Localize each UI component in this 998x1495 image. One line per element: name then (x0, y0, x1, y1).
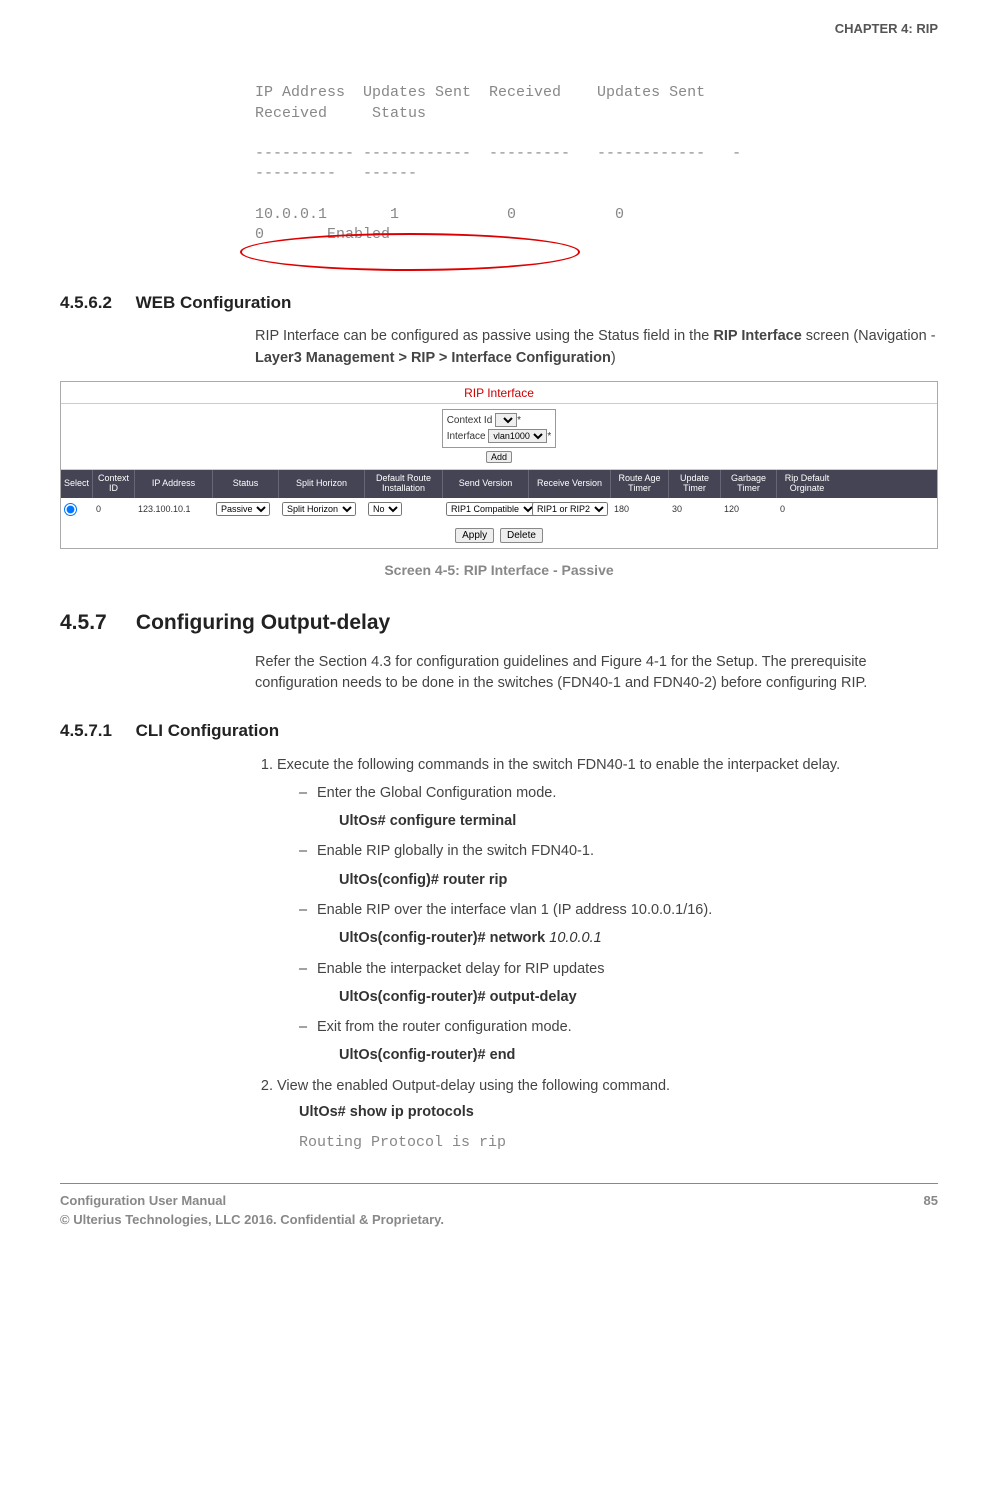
context-id-label: Context Id (447, 415, 493, 426)
rip-table-row: 0 123.100.10.1 Passive Split Horizon No … (61, 498, 937, 520)
command-text: UltOs# configure terminal (339, 811, 938, 831)
row-garb: 120 (721, 498, 777, 520)
split-select[interactable]: Split Horizon (282, 502, 356, 516)
para-text: screen (Navigation - (802, 328, 936, 344)
col-select: Select (61, 470, 93, 498)
command-text: UltOs(config-router)# output-delay (339, 987, 938, 1007)
footer-copyright: © Ulterius Technologies, LLC 2016. Confi… (60, 1211, 444, 1229)
col-rip-default: Rip Default Orginate (777, 470, 837, 498)
code-line: ----------- ------------ --------- -----… (255, 145, 741, 162)
code-line: --------- ------ (255, 165, 417, 182)
delete-button[interactable]: Delete (500, 528, 543, 543)
rip-interface-screenshot: RIP Interface Context Id * Interface vla… (60, 381, 938, 549)
section-number: 4.5.6.2 (60, 293, 112, 312)
button-row: Apply Delete (61, 520, 937, 548)
row-rage: 180 (611, 498, 669, 520)
cli-output-line: Routing Protocol is rip (299, 1132, 938, 1153)
row-ctx: 0 (93, 498, 135, 520)
col-default-route: Default Route Installation (365, 470, 443, 498)
para-bold: Layer3 Management > RIP > Interface Conf… (255, 350, 611, 366)
col-status: Status (213, 470, 279, 498)
add-button[interactable]: Add (486, 451, 512, 463)
context-interface-form: Context Id * Interface vlan1000* (442, 409, 557, 448)
row-select-radio[interactable] (64, 503, 77, 516)
send-select[interactable]: RIP1 Compatible (446, 502, 537, 516)
para-text: ) (611, 350, 616, 366)
col-update-timer: Update Timer (669, 470, 721, 498)
step-text: View the enabled Output-delay using the … (277, 1078, 670, 1094)
screen-caption: Screen 4-5: RIP Interface - Passive (60, 561, 938, 581)
section-4562-heading: 4.5.6.2 WEB Configuration (60, 291, 938, 315)
recv-select[interactable]: RIP1 or RIP2 (532, 502, 608, 516)
section-457-para: Refer the Section 4.3 for configuration … (255, 652, 938, 694)
col-garbage-timer: Garbage Timer (721, 470, 777, 498)
context-id-select[interactable] (495, 413, 517, 427)
rip-form-area: Context Id * Interface vlan1000* Add (61, 404, 937, 470)
code-line: 0 Enabled (255, 226, 390, 243)
code-line: 10.0.0.1 1 0 0 (255, 206, 624, 223)
command-text: UltOs(config)# router rip (339, 870, 938, 890)
section-title: Configuring Output-delay (136, 611, 390, 634)
section-4571-heading: 4.5.7.1 CLI Configuration (60, 719, 938, 743)
command-text: UltOs(config-router)# end (339, 1045, 938, 1065)
col-context-id: Context ID (93, 470, 135, 498)
dash-icon: – (299, 783, 317, 803)
col-send-version: Send Version (443, 470, 529, 498)
section-number: 4.5.7.1 (60, 721, 112, 740)
col-split-horizon: Split Horizon (279, 470, 365, 498)
apply-button[interactable]: Apply (455, 528, 494, 543)
rip-interface-title: RIP Interface (61, 382, 937, 405)
col-route-age: Route Age Timer (611, 470, 669, 498)
step-1: Execute the following commands in the sw… (277, 755, 938, 1066)
def-select[interactable]: No (368, 502, 402, 516)
cli-steps-list: Execute the following commands in the sw… (255, 755, 938, 1154)
section-title: CLI Configuration (136, 721, 280, 740)
col-ip-address: IP Address (135, 470, 213, 498)
substep-text: Enable RIP over the interface vlan 1 (IP… (317, 900, 938, 920)
footer-left: Configuration User Manual © Ulterius Tec… (60, 1192, 444, 1228)
substep-text: Enable RIP globally in the switch FDN40-… (317, 841, 938, 861)
interface-label: Interface (447, 431, 486, 442)
dash-icon: – (299, 959, 317, 979)
cli-output-block: IP Address Updates Sent Received Updates… (255, 63, 938, 266)
substep-text: Enter the Global Configuration mode. (317, 783, 938, 803)
footer-manual-title: Configuration User Manual (60, 1192, 444, 1210)
col-receive-version: Receive Version (529, 470, 611, 498)
interface-select[interactable]: vlan1000 (488, 429, 547, 443)
section-457-heading: 4.5.7 Configuring Output-delay (60, 608, 938, 637)
section-number: 4.5.7 (60, 611, 107, 634)
chapter-header: CHAPTER 4: RIP (60, 20, 938, 38)
code-line: Received Status (255, 105, 426, 122)
status-select[interactable]: Passive (216, 502, 270, 516)
para-text: RIP Interface can be configured as passi… (255, 328, 713, 344)
dash-icon: – (299, 841, 317, 861)
step-2: View the enabled Output-delay using the … (277, 1076, 938, 1154)
row-ripd: 0 (777, 498, 837, 520)
rip-table-header: Select Context ID IP Address Status Spli… (61, 470, 937, 498)
command-text: UltOs(config-router)# network 10.0.0.1 (339, 928, 938, 948)
substep-text: Enable the interpacket delay for RIP upd… (317, 959, 938, 979)
page-number: 85 (924, 1192, 938, 1228)
code-line: IP Address Updates Sent Received Updates… (255, 84, 705, 101)
dash-icon: – (299, 900, 317, 920)
dash-icon: – (299, 1017, 317, 1037)
row-ip: 123.100.10.1 (135, 498, 213, 520)
section-4562-para: RIP Interface can be configured as passi… (255, 326, 938, 368)
command-text: UltOs# show ip protocols (299, 1102, 938, 1122)
para-bold: RIP Interface (713, 328, 801, 344)
step-text: Execute the following commands in the sw… (277, 757, 840, 773)
row-upd: 30 (669, 498, 721, 520)
section-title: WEB Configuration (136, 293, 292, 312)
substep-text: Exit from the router configuration mode. (317, 1017, 938, 1037)
page-footer: Configuration User Manual © Ulterius Tec… (60, 1183, 938, 1228)
